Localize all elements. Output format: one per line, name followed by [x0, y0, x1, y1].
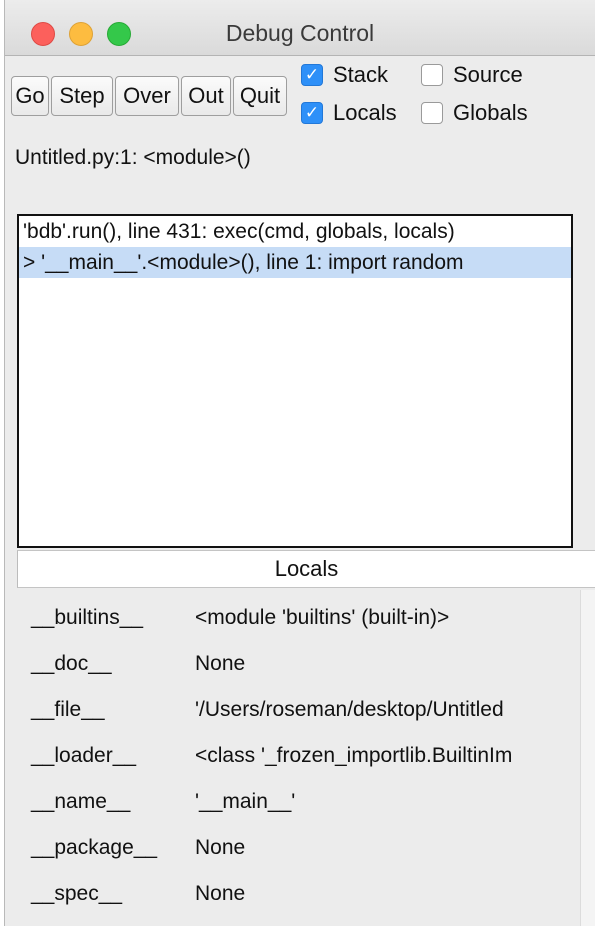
local-variable-row: __package__ None: [17, 828, 580, 868]
stack-listbox[interactable]: 'bdb'.run(), line 431: exec(cmd, globals…: [17, 214, 573, 548]
quit-button[interactable]: Quit: [233, 76, 287, 116]
locals-scrollbar[interactable]: [580, 590, 595, 926]
go-button[interactable]: Go: [11, 76, 49, 116]
local-value: None: [195, 652, 246, 675]
stack-frame-row-selected[interactable]: > '__main__'.<module>(), line 1: import …: [19, 247, 571, 278]
checkmark-icon: ✓: [301, 102, 323, 124]
local-variable-row: __name__ '__main__': [17, 782, 580, 822]
local-name: __name__: [31, 790, 131, 813]
locals-checkbox-label: Locals: [333, 100, 397, 125]
local-value: None: [195, 882, 246, 905]
local-variable-row: __builtins__ <module 'builtins' (built-i…: [17, 598, 580, 638]
local-value: '__main__': [195, 790, 296, 813]
stack-checkbox-label: Stack: [333, 62, 389, 87]
local-name: __package__: [31, 836, 158, 859]
local-name: __spec__: [31, 882, 123, 905]
step-button[interactable]: Step: [51, 76, 113, 116]
locals-header: Locals: [17, 550, 595, 588]
debug-toolbar: Go Step Over Out Quit ✓ Stack Source ✓ L…: [5, 56, 595, 138]
stack-checkbox[interactable]: ✓ Stack: [301, 62, 388, 88]
title-bar[interactable]: Debug Control: [5, 0, 595, 56]
window-title: Debug Control: [225, 20, 375, 46]
local-variable-row: __spec__ None: [17, 874, 580, 914]
source-checkbox[interactable]: Source: [421, 62, 523, 88]
local-value: '/Users/roseman/desktop/Untitled: [195, 698, 504, 721]
stack-frame-row[interactable]: 'bdb'.run(), line 431: exec(cmd, globals…: [19, 216, 571, 247]
local-name: __doc__: [31, 652, 112, 675]
local-value: <module 'builtins' (built-in)>: [195, 606, 450, 629]
locals-list: __builtins__ <module 'builtins' (built-i…: [17, 590, 580, 926]
local-variable-row: __file__ '/Users/roseman/desktop/Untitle…: [17, 690, 580, 730]
local-name: __file__: [31, 698, 105, 721]
out-button[interactable]: Out: [181, 76, 231, 116]
status-line: Untitled.py:1: <module>(): [15, 146, 251, 169]
local-value: None: [195, 836, 246, 859]
empty-checkbox-icon: [421, 102, 443, 124]
locals-checkbox[interactable]: ✓ Locals: [301, 100, 397, 126]
over-button[interactable]: Over: [115, 76, 179, 116]
local-value: <class '_frozen_importlib.BuiltinIm: [195, 744, 513, 767]
checkmark-icon: ✓: [301, 64, 323, 86]
debug-control-window: Debug Control Go Step Over Out Quit ✓ St…: [4, 0, 595, 926]
globals-checkbox[interactable]: Globals: [421, 100, 528, 126]
empty-checkbox-icon: [421, 64, 443, 86]
local-variable-row: __doc__ None: [17, 644, 580, 684]
globals-checkbox-label: Globals: [453, 100, 528, 125]
source-checkbox-label: Source: [453, 62, 523, 87]
local-name: __loader__: [31, 744, 137, 767]
local-variable-row: __loader__ <class '_frozen_importlib.Bui…: [17, 736, 580, 776]
local-name: __builtins__: [31, 606, 144, 629]
